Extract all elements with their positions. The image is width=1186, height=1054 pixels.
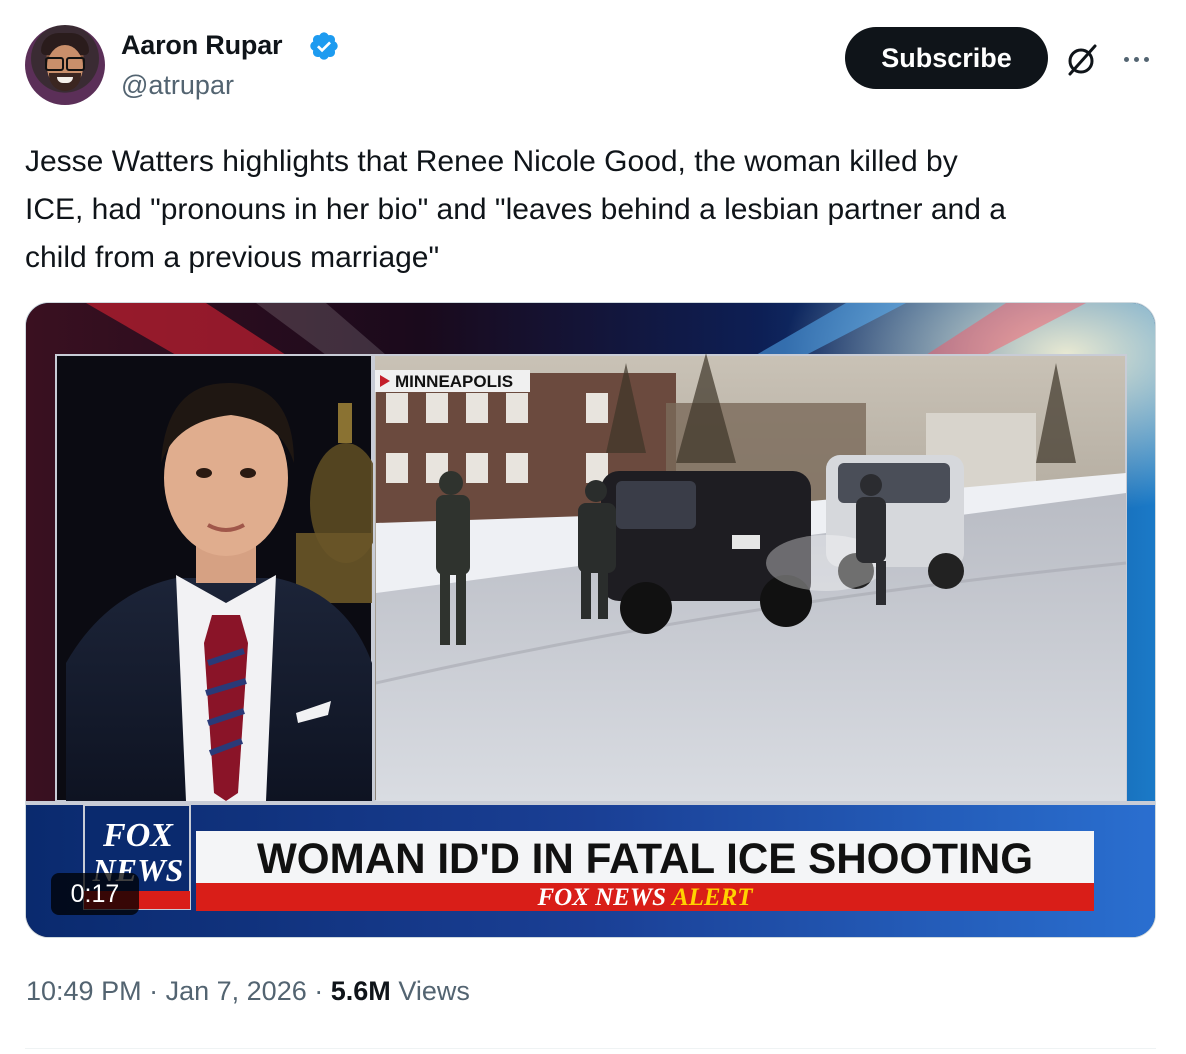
video-player[interactable]: MINNEAPOLIS FOX NEWS WOMAN ID'D IN FATAL…: [25, 302, 1156, 938]
tweet-date[interactable]: Jan 7, 2026: [166, 976, 307, 1006]
author-avatar[interactable]: [25, 25, 105, 105]
grok-icon[interactable]: [1064, 42, 1100, 78]
alert-text: FOX NEWS ALERT: [536, 884, 754, 911]
subscribe-button[interactable]: Subscribe: [845, 27, 1048, 89]
alert-brand: FOX NEWS: [536, 884, 666, 911]
more-options-icon[interactable]: [1116, 44, 1156, 74]
tweet-time[interactable]: 10:49 PM: [26, 976, 142, 1006]
verified-badge-icon: [310, 32, 338, 60]
video-frame: MINNEAPOLIS FOX NEWS WOMAN ID'D IN FATAL…: [26, 303, 1155, 937]
footage-panel: [373, 353, 1127, 802]
chyron-headline: WOMAN ID'D IN FATAL ICE SHOOTING: [257, 835, 1033, 883]
anchor-panel: [55, 354, 382, 802]
avatar-glasses: [45, 57, 85, 71]
views-count: 5.6M: [330, 976, 391, 1006]
video-duration: 0:17: [71, 880, 120, 908]
separator: ·: [149, 976, 159, 1006]
alert-word: ALERT: [670, 884, 754, 911]
author-handle[interactable]: @atrupar: [121, 70, 234, 101]
author-name[interactable]: Aaron Rupar: [121, 30, 283, 61]
tweet-timestamp: 10:49 PM · Jan 7, 2026 · 5.6M Views: [26, 976, 470, 1007]
separator: ·: [314, 976, 324, 1006]
logo-top: FOX: [102, 817, 174, 854]
location-tag: MINNEAPOLIS: [395, 372, 513, 391]
views-label: Views: [398, 976, 470, 1006]
tweet-text: Jesse Watters highlights that Renee Nico…: [25, 145, 1006, 274]
divider: [25, 1048, 1156, 1049]
